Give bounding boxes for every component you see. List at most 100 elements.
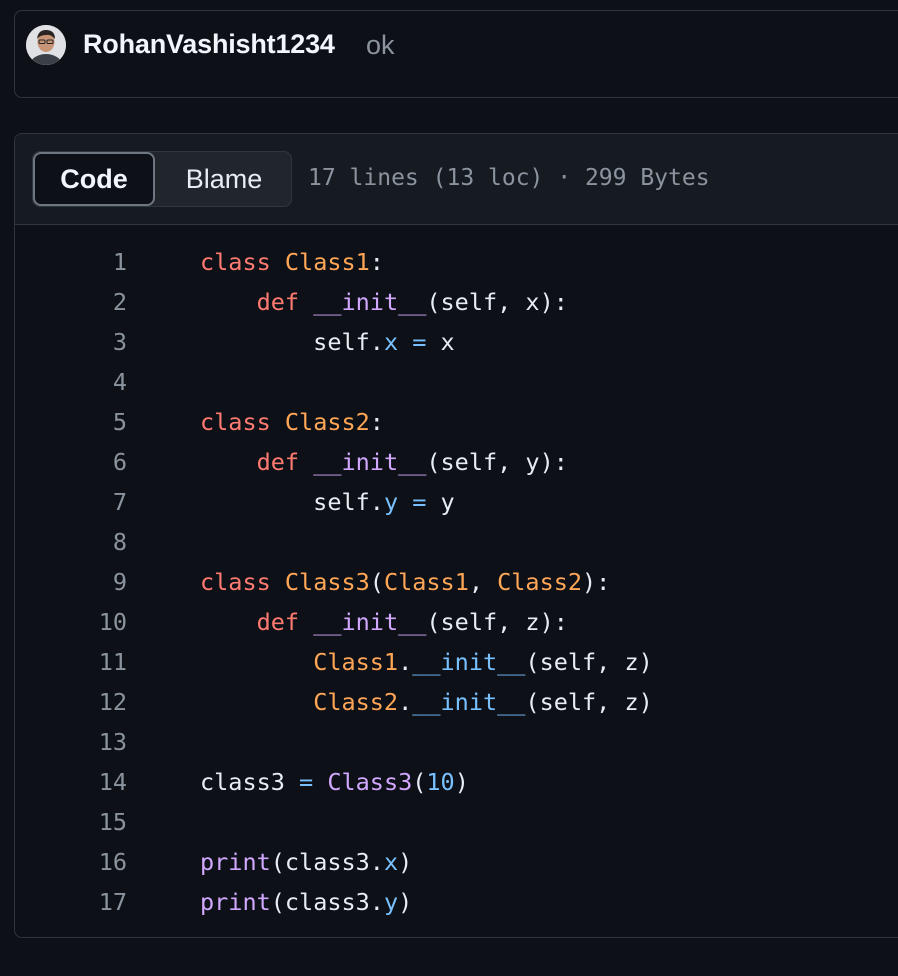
- line-number[interactable]: 8: [15, 522, 127, 562]
- code-token: y: [383, 888, 399, 916]
- line-number[interactable]: 17: [15, 882, 127, 922]
- code-token: Class1: [313, 648, 399, 676]
- code-token: =: [412, 488, 427, 516]
- line-number[interactable]: 12: [15, 682, 127, 722]
- code-token: Class3: [327, 768, 413, 796]
- code-text: self.y = y: [200, 482, 455, 522]
- code-token: y: [426, 488, 455, 516]
- code-token: __init__: [412, 648, 526, 676]
- code-line: 12 Class2.__init__(self, z): [15, 682, 898, 722]
- code-line: 16 print(class3.x): [15, 842, 898, 882]
- code-token: Class1: [284, 248, 370, 276]
- code-token: .: [398, 688, 413, 716]
- line-number[interactable]: 11: [15, 642, 127, 682]
- code-token: (: [412, 768, 427, 796]
- code-text: Class2.__init__(self, z): [200, 682, 653, 722]
- code-token: :: [369, 408, 384, 436]
- code-token: def: [256, 448, 300, 476]
- code-line: 9 class Class3(Class1, Class2):: [15, 562, 898, 602]
- code-token: Class2: [313, 688, 399, 716]
- line-number[interactable]: 9: [15, 562, 127, 602]
- code-text: def __init__(self, z):: [200, 602, 568, 642]
- line-number[interactable]: 15: [15, 802, 127, 842]
- code-token: def: [256, 288, 300, 316]
- code-token: __init__: [313, 288, 427, 316]
- commit-author[interactable]: RohanVashisht1234: [83, 29, 335, 60]
- code-token: class: [200, 248, 271, 276]
- code-line: 4: [15, 362, 898, 402]
- code-token: (self, y):: [426, 448, 568, 476]
- code-token: __init__: [313, 448, 427, 476]
- code-token: y: [383, 488, 399, 516]
- code-token: print: [200, 888, 271, 916]
- code-line: 2 def __init__(self, x):: [15, 282, 898, 322]
- line-number[interactable]: 10: [15, 602, 127, 642]
- code-line: 15: [15, 802, 898, 842]
- code-token: class: [200, 408, 271, 436]
- code-line: 11 Class1.__init__(self, z): [15, 642, 898, 682]
- code-line: 17 print(class3.y): [15, 882, 898, 922]
- line-number[interactable]: 13: [15, 722, 127, 762]
- file-viewer: Code Blame 17 lines (13 loc) · 299 Bytes…: [14, 133, 898, 938]
- code-token: (class3.: [270, 888, 384, 916]
- file-info: 17 lines (13 loc) · 299 Bytes: [308, 165, 710, 191]
- file-header: Code Blame 17 lines (13 loc) · 299 Bytes: [15, 134, 898, 225]
- line-number[interactable]: 4: [15, 362, 127, 402]
- line-number[interactable]: 3: [15, 322, 127, 362]
- code-text: class3 = Class3(10): [200, 762, 469, 802]
- line-number[interactable]: 7: [15, 482, 127, 522]
- code-line: 1 class Class1:: [15, 242, 898, 282]
- code-text: class Class3(Class1, Class2):: [200, 562, 610, 602]
- code-token: ): [398, 888, 413, 916]
- code-text: self.x = x: [200, 322, 455, 362]
- code-text: Class1.__init__(self, z): [200, 642, 653, 682]
- code-token: class: [200, 568, 271, 596]
- code-token: Class1: [383, 568, 469, 596]
- code-token: Class3: [284, 568, 370, 596]
- line-number[interactable]: 16: [15, 842, 127, 882]
- code-token: ,: [468, 568, 498, 596]
- line-number[interactable]: 5: [15, 402, 127, 442]
- code-line: 6 def __init__(self, y):: [15, 442, 898, 482]
- line-number[interactable]: 14: [15, 762, 127, 802]
- view-mode-toggle: Code Blame: [32, 151, 292, 207]
- tab-code[interactable]: Code: [33, 152, 155, 206]
- tab-blame[interactable]: Blame: [157, 152, 291, 206]
- code-token: __init__: [313, 608, 427, 636]
- code-token: (self, z): [525, 648, 653, 676]
- code-token: =: [299, 768, 314, 796]
- code-text: def __init__(self, y):: [200, 442, 568, 482]
- code-token: (self, z): [525, 688, 653, 716]
- code-token: (class3.: [270, 848, 384, 876]
- code-token: x: [383, 848, 399, 876]
- code-line: 14 class3 = Class3(10): [15, 762, 898, 802]
- code-token: print: [200, 848, 271, 876]
- line-number[interactable]: 6: [15, 442, 127, 482]
- code-token: def: [256, 608, 300, 636]
- code-token: self.: [200, 488, 384, 516]
- code-line: 13: [15, 722, 898, 762]
- code-token: (: [369, 568, 384, 596]
- code-token: .: [398, 648, 413, 676]
- line-number[interactable]: 1: [15, 242, 127, 282]
- commit-message[interactable]: ok: [366, 30, 395, 61]
- line-number[interactable]: 2: [15, 282, 127, 322]
- user-avatar-icon[interactable]: [26, 25, 66, 65]
- code-text: def __init__(self, x):: [200, 282, 568, 322]
- code-token: =: [412, 328, 427, 356]
- code-token: ): [398, 848, 413, 876]
- code-line: 8: [15, 522, 898, 562]
- code-line: 7 self.y = y: [15, 482, 898, 522]
